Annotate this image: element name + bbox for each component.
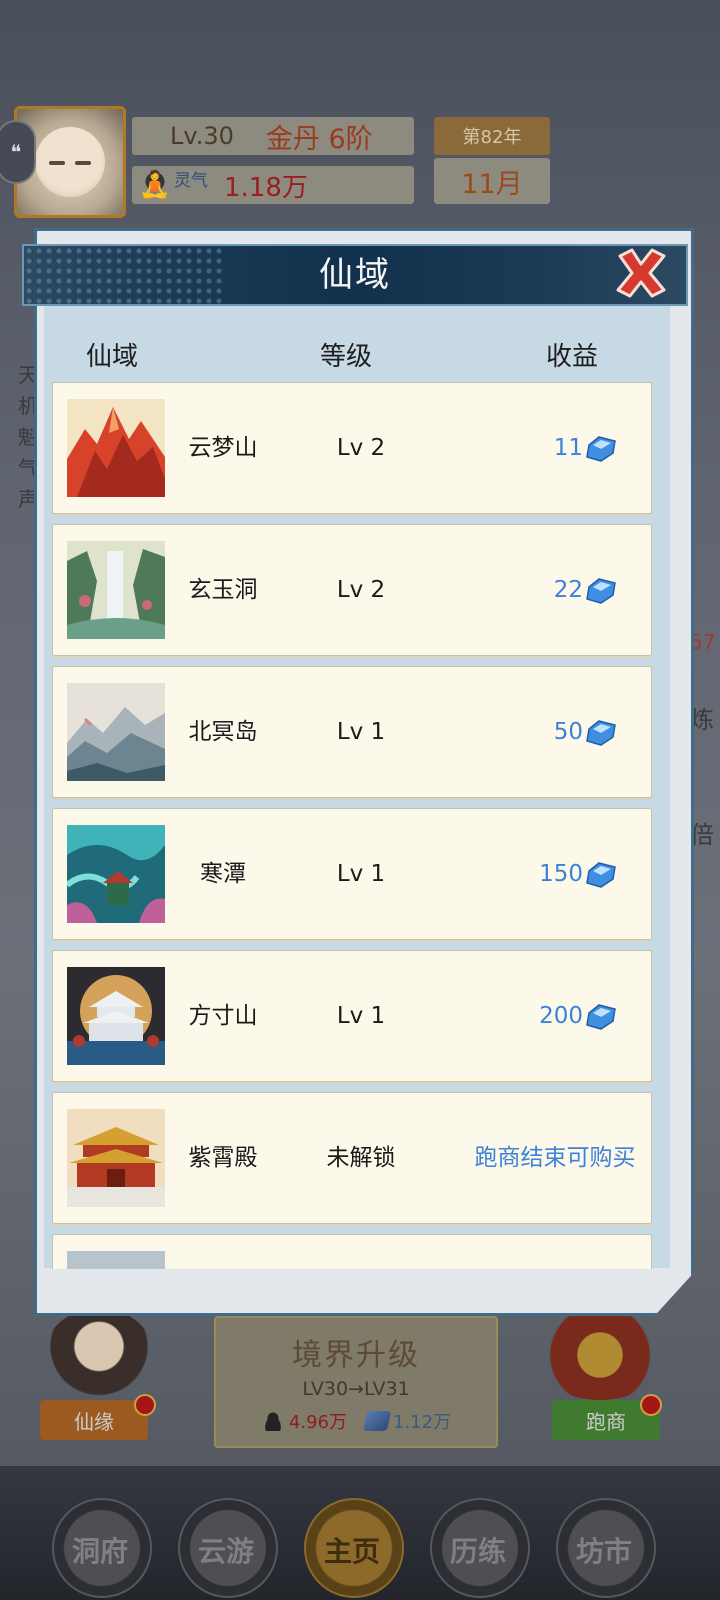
xianyu-name: 云梦山 — [188, 435, 258, 461]
realm-upgrade-panel[interactable]: 境界升级 LV30→LV31 4.96万 1.12万 — [214, 1316, 498, 1448]
close-button[interactable] — [612, 246, 670, 300]
level-rank-box: Lv.30 金丹 6阶 — [132, 117, 414, 155]
xianyu-level: Lv 2 — [336, 577, 386, 603]
xianyu-income: 11 — [553, 435, 583, 461]
qi-box: 🧘 灵气 1.18万 — [132, 166, 414, 204]
player-rank: 金丹 6阶 — [265, 123, 373, 155]
upgrade-costs: 4.96万 1.12万 — [216, 1408, 496, 1434]
list-item[interactable]: 紫霄殿 未解锁 跑商结束可购买 — [52, 1092, 652, 1224]
spirit-stone-icon — [586, 436, 616, 462]
xianyu-income: 22 — [553, 577, 583, 603]
meditation-icon: 🧘 — [138, 168, 172, 202]
player-level: Lv.30 — [170, 122, 234, 150]
spirit-stone-icon — [586, 578, 616, 604]
spirit-stone-icon — [586, 720, 616, 746]
xianyu-level: Lv 1 — [336, 719, 386, 745]
nav-label: 洞府 — [71, 1535, 128, 1568]
qi-value: 1.18万 — [224, 172, 308, 203]
list-item[interactable]: 云梦山 Lv 2 11 — [52, 382, 652, 514]
modal-header: 仙域 — [22, 244, 688, 306]
xianyu-level: Lv 1 — [336, 861, 386, 887]
chat-icon[interactable]: ❝ — [0, 120, 36, 184]
list-item[interactable] — [52, 1234, 652, 1269]
xianyu-income: 150 — [539, 861, 583, 887]
col-header-name: 仙域 — [86, 342, 139, 372]
moon-palace-thumbnail — [67, 967, 165, 1065]
upgrade-level: LV30→LV31 — [302, 1378, 410, 1400]
col-header-level: 等级 — [320, 342, 373, 372]
notification-dot — [134, 1394, 156, 1416]
xianyu-level: 未解锁 — [326, 1145, 396, 1171]
xianyu-name: 紫霄殿 — [188, 1145, 258, 1171]
nav-label: 云游 — [197, 1535, 254, 1568]
golden-palace-thumbnail — [67, 1109, 165, 1207]
xianyu-level: Lv 2 — [336, 435, 386, 461]
list-item[interactable]: 北冥岛 Lv 1 50 — [52, 666, 652, 798]
misty-mountains-thumbnail — [67, 683, 165, 781]
next-thumbnail — [67, 1251, 165, 1269]
qi-icon — [260, 1411, 285, 1431]
xianyuan-button[interactable]: 仙缘 — [40, 1400, 148, 1440]
notification-dot — [640, 1394, 662, 1416]
close-icon — [616, 248, 666, 298]
upgrade-title: 境界升级 — [292, 1338, 420, 1373]
modal-title: 仙域 — [319, 255, 391, 295]
xianyu-income: 200 — [539, 1003, 583, 1029]
list-item[interactable]: 玄玉洞 Lv 2 22 — [52, 524, 652, 656]
list-item[interactable]: 方寸山 Lv 1 200 — [52, 950, 652, 1082]
spirit-stone-icon — [586, 1004, 616, 1030]
xianyu-income: 50 — [553, 719, 583, 745]
avatar-face — [35, 127, 105, 197]
red-mountain-thumbnail — [67, 399, 165, 497]
col-header-income: 收益 — [546, 342, 599, 372]
qi-label: 灵气 — [174, 170, 208, 191]
spirit-stone-icon — [362, 1411, 392, 1431]
xianyu-name: 方寸山 — [188, 1003, 258, 1029]
xianyu-level: Lv 1 — [336, 1003, 386, 1029]
list-item[interactable]: 寒潭 Lv 1 150 — [52, 808, 652, 940]
year-display: 第82年 — [434, 117, 550, 155]
cost-qi: 4.96万 — [288, 1412, 347, 1433]
nav-label: 历练 — [449, 1535, 506, 1568]
dragon-pool-thumbnail — [67, 825, 165, 923]
paoshang-label: 跑商 — [586, 1409, 626, 1434]
nav-label: 主页 — [323, 1535, 380, 1568]
column-headers: 仙域 等级 收益 — [44, 330, 670, 380]
waterfall-valley-thumbnail — [67, 541, 165, 639]
xianyu-name: 玄玉洞 — [188, 577, 258, 603]
xianyu-name: 北冥岛 — [188, 719, 258, 745]
nav-label: 坊市 — [575, 1535, 632, 1568]
xianyu-name: 寒潭 — [200, 861, 246, 887]
purchase-hint: 跑商结束可购买 — [474, 1145, 636, 1171]
xianyuan-label: 仙缘 — [74, 1409, 114, 1434]
spirit-stone-icon — [586, 862, 616, 888]
xianyuan-character — [44, 1308, 154, 1404]
month-display: 11月 — [434, 158, 550, 204]
cost-gem: 1.12万 — [393, 1412, 452, 1433]
